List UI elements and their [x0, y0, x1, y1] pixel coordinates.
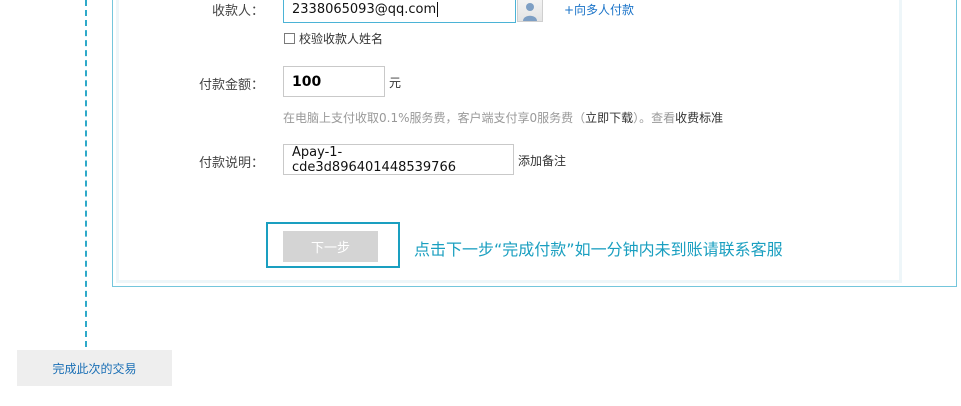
amount-label: 付款金额： [198, 78, 264, 93]
contact-picker-button[interactable] [517, 0, 543, 22]
add-memo-link[interactable]: 添加备注 [518, 152, 566, 169]
amount-input[interactable]: 100 [283, 66, 385, 97]
fee-note: 在电脑上支付收取0.1%服务费，客户端支付享0服务费（立即下载）。查看收费标准 [283, 109, 723, 126]
memo-input[interactable]: Apay-1-cde3d896401448539766 [283, 144, 514, 175]
complete-transaction-button[interactable]: 完成此次的交易 [17, 350, 172, 386]
person-icon [523, 3, 537, 21]
amount-unit: 元 [389, 76, 402, 90]
memo-value: Apay-1-cde3d896401448539766 [292, 144, 456, 175]
download-link[interactable]: 立即下载 [585, 111, 633, 125]
payee-label: 收款人： [211, 4, 264, 19]
fee-note-text: 在电脑上支付收取0.1%服务费，客户端支付享0服务费（ [283, 111, 586, 125]
multi-payee-link[interactable]: +向多人付款 [564, 1, 634, 18]
fee-note-middle: ）。查看 [633, 111, 676, 125]
fee-standard-link[interactable]: 收费标准 [675, 111, 723, 125]
progress-dashed-line [85, 0, 87, 347]
verify-name-checkbox[interactable] [284, 33, 295, 44]
memo-label: 付款说明： [198, 156, 264, 171]
amount-value: 100 [292, 73, 322, 90]
next-step-button[interactable]: 下一步 [283, 231, 378, 262]
verify-name-row[interactable]: 校验收款人姓名 [284, 30, 383, 47]
support-hint: 点击下一步“完成付款”如一分钟内未到账请联系客服 [414, 240, 783, 259]
payee-value: 2338065093@qq.com [292, 2, 437, 17]
payee-input[interactable]: 2338065093@qq.com [283, 0, 516, 23]
verify-name-label: 校验收款人姓名 [299, 32, 384, 46]
text-caret [437, 2, 439, 17]
